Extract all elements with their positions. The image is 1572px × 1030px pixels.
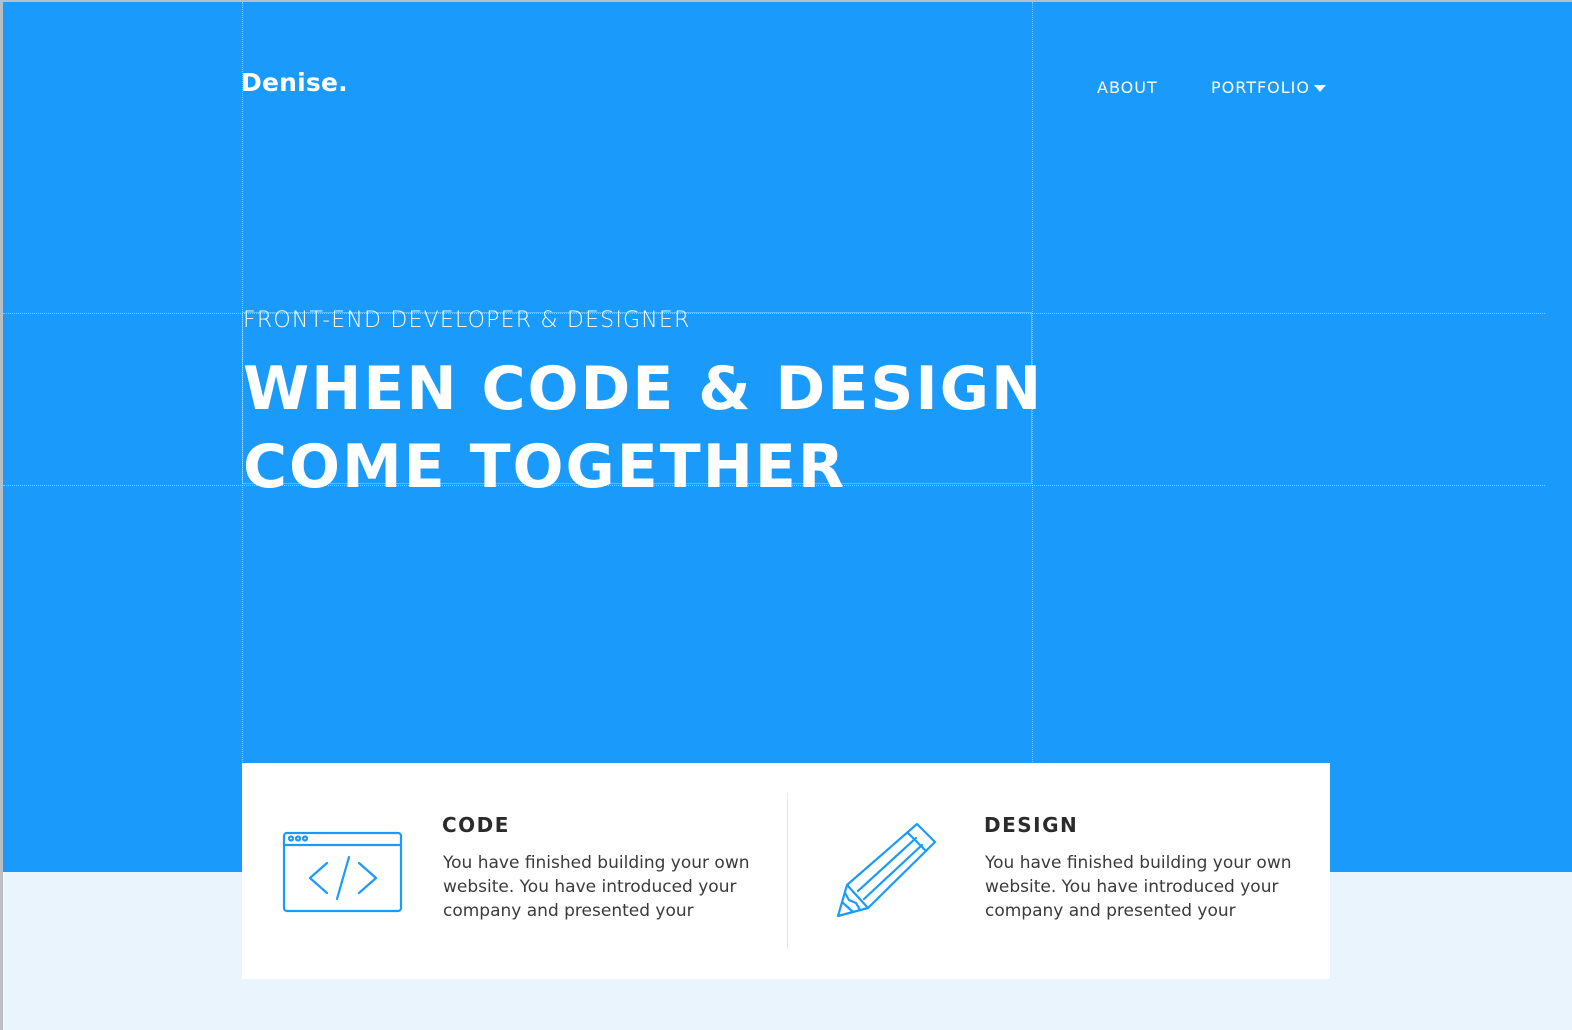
hero-title-line-1: WHEN CODE & DESIGN bbox=[243, 354, 1044, 424]
feature-text-code: You have finished building your own webs… bbox=[443, 853, 750, 921]
feature-text-design: You have finished building your own webs… bbox=[985, 853, 1292, 921]
nav-item-about[interactable]: ABOUT bbox=[1097, 78, 1158, 97]
hero-subtitle: FRONT-END DEVELOPER & DESIGNER bbox=[243, 308, 691, 333]
feature-title-code: CODE bbox=[442, 813, 510, 837]
hero-title: WHEN CODE & DESIGN COME TOGETHER bbox=[243, 350, 1043, 506]
nav-item-portfolio[interactable]: PORTFOLIO bbox=[1211, 78, 1326, 97]
hero-title-line-2: COME TOGETHER bbox=[243, 432, 847, 502]
feature-title-design: DESIGN bbox=[984, 813, 1079, 837]
features-card: CODE You have finished building your own… bbox=[242, 763, 1330, 979]
nav-item-portfolio-label: PORTFOLIO bbox=[1211, 78, 1310, 97]
card-divider bbox=[787, 793, 788, 949]
brand-logo[interactable]: Denise. bbox=[241, 68, 348, 97]
code-window-icon bbox=[282, 831, 404, 917]
pencil-icon bbox=[836, 821, 938, 923]
caret-down-icon bbox=[1314, 85, 1326, 92]
